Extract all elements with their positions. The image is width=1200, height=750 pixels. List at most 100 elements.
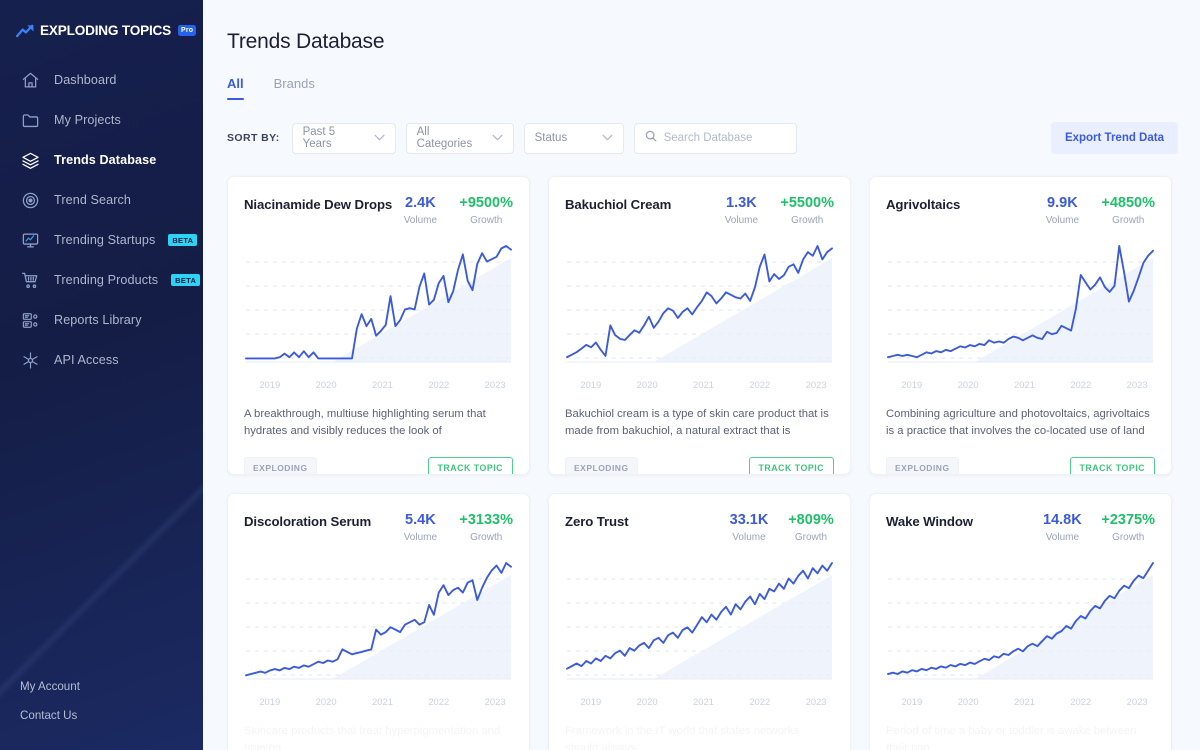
sidebar-item-my-projects[interactable]: My Projects [0, 100, 203, 140]
sidebar-item-label: My Projects [54, 113, 121, 127]
sidebar-item-dashboard[interactable]: Dashboard [0, 60, 203, 100]
volume-stat: 9.9K Volume [1039, 195, 1085, 226]
trend-card[interactable]: Wake Window 14.8K Volume +2375% Growth 2… [869, 493, 1172, 750]
sidebar-item-trends-database[interactable]: Trends Database [0, 140, 203, 180]
track-topic-button[interactable]: TRACK TOPIC [748, 456, 834, 474]
status-badge: EXPLODING [244, 456, 317, 474]
trend-card[interactable]: Agrivoltaics 9.9K Volume +4850% Growth 2… [869, 176, 1172, 475]
trend-sparkline-chart: 2019 2020 2021 2022 2023 [244, 553, 513, 713]
growth-value: +4850% [1101, 195, 1155, 211]
trend-card-description: Period of time a baby or toddler is awak… [886, 724, 1137, 750]
monitor-chart-icon [20, 230, 41, 251]
folder-icon [20, 110, 41, 131]
volume-stat: 2.4K Volume [397, 195, 443, 226]
home-icon [20, 70, 41, 91]
growth-caption: Growth [1112, 531, 1145, 543]
svg-text:2021: 2021 [1014, 697, 1035, 708]
beta-badge: BETA [168, 233, 198, 247]
growth-caption: Growth [791, 214, 824, 226]
app-root: EXPLODING TOPICS Pro Dashboard My Projec… [0, 0, 1200, 750]
sidebar-link-my-account[interactable]: My Account [0, 672, 203, 701]
volume-caption: Volume [403, 531, 438, 543]
trend-sparkline-chart: 2019 2020 2021 2022 2023 [244, 236, 513, 396]
trend-card-header: Zero Trust 33.1K Volume +809% Growth [565, 512, 834, 543]
trend-sparkline-chart: 2019 2020 2021 2022 2023 [565, 236, 834, 396]
search-database-box[interactable] [633, 122, 797, 154]
track-topic-button[interactable]: TRACK TOPIC [1069, 456, 1155, 474]
volume-value: 5.4K [405, 512, 436, 528]
trend-arrow-icon [16, 24, 35, 38]
search-icon [645, 129, 657, 147]
svg-text:2023: 2023 [1127, 380, 1148, 391]
trend-card[interactable]: Bakuchiol Cream 1.3K Volume +5500% Growt… [548, 176, 851, 475]
chevron-down-icon [478, 132, 503, 144]
trend-card-header: Discoloration Serum 5.4K Volume +3133% G… [244, 512, 513, 543]
svg-text:2020: 2020 [316, 380, 337, 391]
chevron-down-icon [588, 132, 613, 144]
svg-text:2022: 2022 [1070, 697, 1091, 708]
sidebar-link-contact-us[interactable]: Contact Us [0, 701, 203, 730]
growth-caption: Growth [470, 531, 503, 543]
trend-card-grid: Niacinamide Dew Drops 2.4K Volume +9500%… [203, 154, 1200, 750]
trend-card[interactable]: Zero Trust 33.1K Volume +809% Growth 201… [548, 493, 851, 750]
volume-stat: 1.3K Volume [718, 195, 764, 226]
trend-card[interactable]: Niacinamide Dew Drops 2.4K Volume +9500%… [227, 176, 530, 475]
svg-text:2022: 2022 [428, 380, 449, 391]
svg-text:2023: 2023 [485, 697, 506, 708]
status-select[interactable]: Status [523, 122, 624, 154]
status-select-value: Status [534, 132, 568, 144]
main-content: Trends Database All Brands SORT BY: Past… [203, 0, 1200, 750]
trend-card-header: Bakuchiol Cream 1.3K Volume +5500% Growt… [565, 195, 834, 226]
growth-value: +3133% [459, 512, 513, 528]
volume-caption: Volume [403, 214, 438, 226]
reports-icon [20, 310, 41, 331]
growth-stat: +9500% Growth [459, 195, 513, 226]
svg-text:2022: 2022 [749, 697, 770, 708]
trend-card-description: Combining agriculture and photovoltaics,… [886, 407, 1150, 438]
sidebar-item-label: Reports Library [54, 313, 142, 327]
track-topic-button[interactable]: TRACK TOPIC [427, 456, 513, 474]
sort-by-label: SORT BY: [227, 132, 280, 144]
svg-text:2020: 2020 [316, 697, 337, 708]
svg-text:2021: 2021 [372, 697, 393, 708]
timeframe-select[interactable]: Past 5 Years [291, 122, 396, 154]
filter-toolbar: SORT BY: Past 5 Years All Categories Sta… [203, 100, 1200, 154]
sidebar: EXPLODING TOPICS Pro Dashboard My Projec… [0, 0, 203, 750]
growth-stat: +3133% Growth [459, 512, 513, 543]
sidebar-item-label: Trends Database [54, 153, 157, 167]
tab-brands[interactable]: Brands [274, 76, 315, 100]
trend-card-footer: EXPLODING TRACK TOPIC [565, 456, 834, 474]
svg-text:2021: 2021 [1014, 380, 1035, 391]
layers-icon [20, 150, 41, 171]
trend-card-description: A breakthrough, multiuse highlighting se… [244, 407, 486, 438]
sidebar-item-trend-search[interactable]: Trend Search [0, 180, 203, 220]
beta-badge: BETA [171, 273, 201, 287]
sidebar-item-trending-startups[interactable]: Trending Startups BETA [0, 220, 203, 260]
svg-text:2019: 2019 [901, 697, 922, 708]
trend-card-header: Niacinamide Dew Drops 2.4K Volume +9500%… [244, 195, 513, 226]
sidebar-item-reports-library[interactable]: Reports Library [0, 300, 203, 340]
svg-text:2019: 2019 [259, 380, 280, 391]
svg-text:2023: 2023 [806, 380, 827, 391]
categories-select[interactable]: All Categories [405, 122, 514, 154]
trend-card-footer: EXPLODING TRACK TOPIC [886, 456, 1155, 474]
svg-text:2020: 2020 [637, 380, 658, 391]
search-input[interactable] [663, 132, 784, 144]
tab-all[interactable]: All [227, 76, 244, 100]
brand-logo-block[interactable]: EXPLODING TOPICS Pro [0, 0, 203, 38]
growth-stat: +2375% Growth [1101, 512, 1155, 543]
sidebar-item-api-access[interactable]: API Access [0, 340, 203, 380]
volume-stat: 14.8K Volume [1039, 512, 1085, 543]
trend-card[interactable]: Discoloration Serum 5.4K Volume +3133% G… [227, 493, 530, 750]
export-trend-data-button[interactable]: Export Trend Data [1050, 122, 1178, 154]
svg-text:2023: 2023 [485, 380, 506, 391]
sidebar-item-label: Trend Search [54, 193, 132, 207]
svg-text:2022: 2022 [749, 380, 770, 391]
tab-bar: All Brands [203, 54, 1200, 100]
sidebar-item-trending-products[interactable]: Trending Products BETA [0, 260, 203, 300]
volume-caption: Volume [724, 214, 759, 226]
svg-text:2020: 2020 [637, 697, 658, 708]
sidebar-item-label: Dashboard [54, 73, 117, 87]
svg-text:2019: 2019 [901, 380, 922, 391]
svg-text:2021: 2021 [372, 380, 393, 391]
